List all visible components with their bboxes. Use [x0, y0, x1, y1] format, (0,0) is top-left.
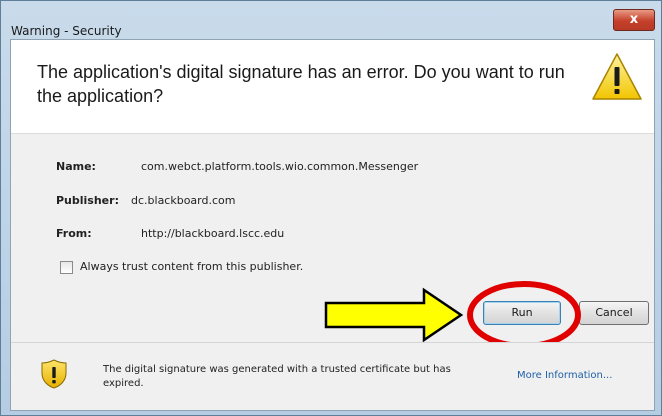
- title-bar[interactable]: Warning - Security x: [1, 1, 661, 39]
- certificate-message: The digital signature was generated with…: [103, 364, 451, 389]
- more-information-link[interactable]: More Information...: [517, 369, 612, 383]
- dialog-content: The application's digital signature has …: [10, 39, 655, 411]
- red-circle-annotation: [467, 281, 581, 349]
- from-value: http://blackboard.lscc.edu: [141, 227, 285, 240]
- publisher-value: dc.blackboard.com: [131, 194, 236, 207]
- warning-message: The application's digital signature has …: [37, 62, 565, 106]
- from-label: From:: [56, 227, 92, 240]
- always-trust-label[interactable]: Always trust content from this publisher…: [80, 260, 303, 274]
- details-panel: Name: com.webct.platform.tools.wio.commo…: [11, 133, 654, 349]
- window-title: Warning - Security: [11, 24, 122, 38]
- warning-triangle-icon: [592, 53, 642, 100]
- name-value: com.webct.platform.tools.wio.common.Mess…: [141, 160, 419, 173]
- cancel-button[interactable]: Cancel: [579, 301, 649, 325]
- shield-warning-icon: [41, 359, 67, 389]
- name-label: Name:: [56, 160, 96, 173]
- security-warning-dialog: Warning - Security x The application's d…: [0, 0, 662, 416]
- yellow-arrow-annotation: [324, 287, 464, 343]
- close-icon: x: [629, 12, 639, 27]
- close-button[interactable]: x: [613, 9, 655, 31]
- always-trust-option[interactable]: Always trust content from this publisher…: [60, 259, 360, 275]
- header-panel: The application's digital signature has …: [11, 40, 654, 133]
- footer-panel: The digital signature was generated with…: [11, 342, 654, 410]
- publisher-label: Publisher:: [56, 194, 119, 207]
- always-trust-checkbox[interactable]: [60, 261, 73, 274]
